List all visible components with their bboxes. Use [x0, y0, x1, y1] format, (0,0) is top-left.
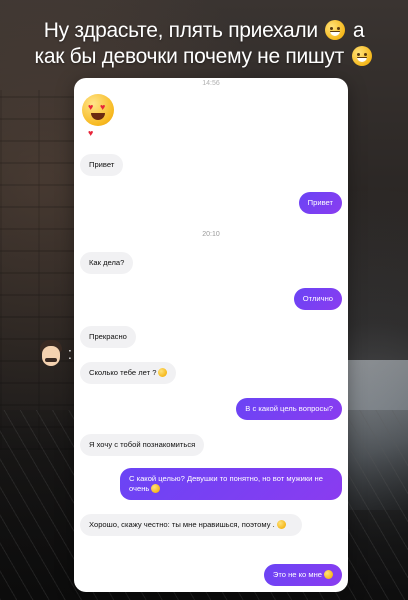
- top-time: 14:56: [202, 80, 220, 87]
- message-text: Сколько тебе лет ?: [89, 368, 157, 377]
- heart-eye-left-icon: ♥: [88, 102, 94, 112]
- man-mustache-icon: [36, 338, 66, 372]
- message-text: Как дела?: [89, 258, 125, 267]
- message-text: Привет: [307, 198, 333, 207]
- rofl-face-icon: [325, 20, 346, 40]
- chat-timestamp: 20:10: [202, 231, 220, 238]
- thinking-face-icon: [158, 368, 168, 377]
- grinning-face-icon: [351, 46, 372, 66]
- caption-line-1: Ну здрасьте, плять приехали а: [0, 18, 408, 44]
- heart-eyes-face-icon: ♥ ♥: [82, 94, 114, 126]
- avatar-face: [42, 346, 60, 366]
- colon-dots: ⁚: [68, 348, 72, 362]
- message-bubble-in[interactable]: Сколько тебе лет ?: [80, 362, 177, 384]
- message-bubble-out[interactable]: В с какой цель вопросы?: [236, 398, 342, 420]
- message-text: В с какой цель вопросы?: [245, 404, 333, 413]
- message-bubble-out[interactable]: Это не ко мне: [263, 564, 342, 586]
- grinning-face-icon: [324, 570, 333, 579]
- heart-eye-right-icon: ♥: [100, 102, 106, 112]
- message-bubble-out[interactable]: Отлично: [293, 288, 342, 310]
- brick-wall-background: [0, 90, 80, 450]
- heart-reaction-icon: ♥: [88, 128, 94, 138]
- chat-screenshot: 14:56 ♥ ♥ ♥ Привет Привет 20:10 Как дела…: [74, 78, 348, 592]
- avatar-mustache: [45, 358, 57, 362]
- message-text: Это не ко мне: [272, 570, 322, 579]
- message-text: Прекрасно: [89, 332, 127, 341]
- smile-mouth: [91, 113, 105, 120]
- message-text: Я хочу с тобой познакомиться: [89, 440, 196, 449]
- message-bubble-in[interactable]: Прекрасно: [80, 326, 136, 348]
- message-bubble-out[interactable]: Привет: [298, 192, 342, 214]
- caption-line-1-tail: а: [352, 19, 365, 42]
- message-bubble-in[interactable]: Как дела?: [80, 252, 134, 274]
- thinking-face-icon: [276, 520, 286, 529]
- story-caption: Ну здрасьте, плять приехали а как бы дев…: [0, 18, 408, 70]
- caption-line-1-text: Ну здрасьте, плять приехали: [43, 19, 318, 42]
- message-text: Хорошо, скажу честно: ты мне нравишься, …: [89, 520, 275, 529]
- message-bubble-in[interactable]: Хорошо, скажу честно: ты мне нравишься, …: [80, 514, 302, 536]
- caption-line-2-text: как бы девочки почему не пишут: [34, 45, 344, 68]
- message-bubble-in[interactable]: Привет: [80, 154, 124, 176]
- message-bubble-out[interactable]: С какой целью? Девушки то понятно, но во…: [120, 468, 342, 500]
- caption-line-2: как бы девочки почему не пишут: [0, 44, 408, 70]
- grinning-face-icon: [151, 484, 161, 493]
- message-text: Привет: [89, 160, 115, 169]
- message-bubble-in[interactable]: Я хочу с тобой познакомиться: [80, 434, 205, 456]
- message-text: Отлично: [302, 294, 333, 303]
